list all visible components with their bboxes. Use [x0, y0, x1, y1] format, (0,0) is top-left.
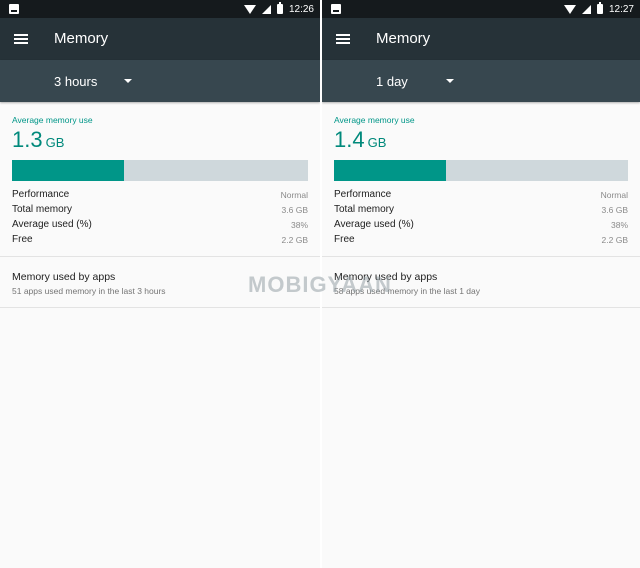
menu-icon[interactable]: [14, 34, 28, 44]
stat-row-performance: Performance Normal: [334, 189, 628, 200]
memory-usage-fill: [334, 160, 446, 181]
memory-used-by-apps-item[interactable]: Memory used by apps 51 apps used memory …: [0, 257, 320, 308]
apps-subtitle: 51 apps used memory in the last 3 hours: [12, 286, 166, 296]
period-dropdown[interactable]: 1 day: [376, 60, 466, 102]
wifi-icon: [243, 4, 256, 14]
apps-subtitle: 58 apps used memory in the last 1 day: [334, 286, 480, 296]
period-dropdown[interactable]: 3 hours: [54, 60, 144, 102]
stat-row-total-memory: Total memory 3.6 GB: [334, 204, 628, 215]
status-time: 12:27: [608, 3, 634, 15]
memory-used-by-apps-item[interactable]: Memory used by apps 58 apps used memory …: [322, 257, 640, 308]
stat-row-total-memory: Total memory 3.6 GB: [12, 204, 308, 215]
memory-summary: Average memory use 1.3 GB Performance Norm…: [0, 102, 320, 257]
battery-icon: [596, 2, 603, 14]
cell-signal-icon: [581, 4, 591, 14]
status-time: 12:26: [288, 3, 314, 15]
memory-usage-fill: [12, 160, 125, 181]
battery-icon: [276, 2, 283, 14]
menu-icon[interactable]: [336, 34, 350, 44]
page-title: Memory: [54, 30, 109, 47]
memory-usage-bar: [334, 160, 628, 181]
dropdown-arrow-icon: [124, 79, 132, 83]
average-memory-label: Average memory use: [12, 115, 93, 125]
app-toolbar: Memory: [0, 18, 320, 60]
average-memory-value: 1.3 GB: [12, 127, 65, 152]
memory-screen-3-hours: 12:26 Memory 3 hours Average memory use …: [0, 0, 320, 568]
app-toolbar: Memory: [322, 18, 640, 60]
period-selected: 1 day: [376, 73, 408, 89]
status-bar: 12:27: [322, 0, 640, 18]
stat-row-free: Free 2.2 GB: [12, 234, 308, 245]
dropdown-arrow-icon: [446, 79, 454, 83]
wifi-icon: [563, 4, 576, 14]
cell-signal-icon: [261, 4, 271, 14]
period-bar: 3 hours: [0, 60, 320, 102]
stat-row-average-used: Average used (%) 38%: [12, 219, 308, 230]
apps-title: Memory used by apps: [12, 271, 116, 283]
period-selected: 3 hours: [54, 73, 98, 89]
stat-row-average-used: Average used (%) 38%: [334, 219, 628, 230]
status-bar: 12:26: [0, 0, 320, 18]
memory-summary: Average memory use 1.4 GB Performance Norm…: [322, 102, 640, 257]
page-title: Memory: [376, 30, 431, 47]
average-memory-value: 1.4 GB: [334, 127, 387, 152]
period-bar: 1 day: [322, 60, 640, 102]
gallery-notification-icon: [331, 4, 341, 14]
memory-usage-bar: [12, 160, 308, 181]
memory-screen-1-day: 12:27 Memory 1 day Average memory use 1.…: [322, 0, 640, 568]
stat-row-performance: Performance Normal: [12, 189, 308, 200]
apps-title: Memory used by apps: [334, 271, 438, 283]
stat-row-free: Free 2.2 GB: [334, 234, 628, 245]
gallery-notification-icon: [9, 4, 19, 14]
average-memory-label: Average memory use: [334, 115, 415, 125]
